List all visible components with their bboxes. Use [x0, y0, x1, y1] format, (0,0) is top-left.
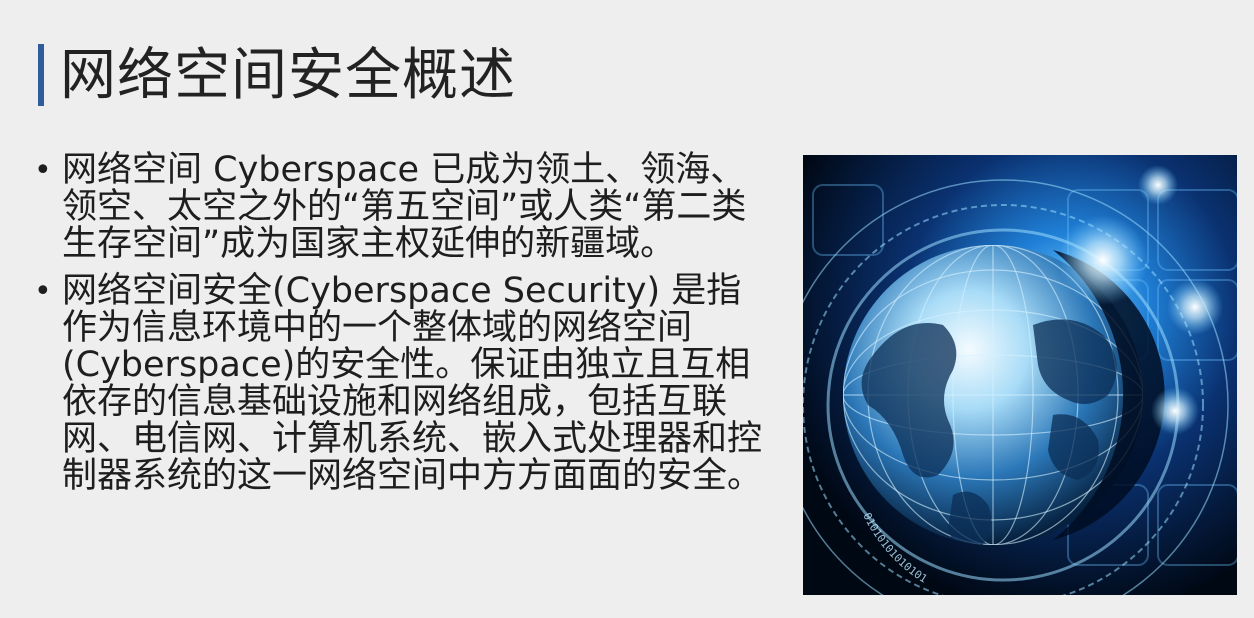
bullet-text: 网络空间安全(Cyberspace Security) 是指作为信息环境中的一个… [62, 271, 763, 496]
bullet-text: 网络空间 Cyberspace 已成为领土、领海、领空、太空之外的“第五空间”或… [62, 150, 747, 264]
title-accent-bar [38, 44, 44, 106]
cyber-globe-image: 01010101010101 [803, 155, 1237, 595]
bullet-list: • 网络空间 Cyberspace 已成为领土、领海、领空、太空之外的“第五空间… [34, 152, 764, 505]
bullet-dot-icon: • [34, 274, 52, 309]
bullet-item: • 网络空间 Cyberspace 已成为领土、领海、领空、太空之外的“第五空间… [34, 152, 764, 263]
cyber-globe-illustration-icon: 01010101010101 [803, 155, 1237, 595]
slide-title: 网络空间安全概述 [60, 43, 516, 108]
bullet-dot-icon: • [34, 153, 52, 188]
bullet-item: • 网络空间安全(Cyberspace Security) 是指作为信息环境中的… [34, 273, 764, 495]
